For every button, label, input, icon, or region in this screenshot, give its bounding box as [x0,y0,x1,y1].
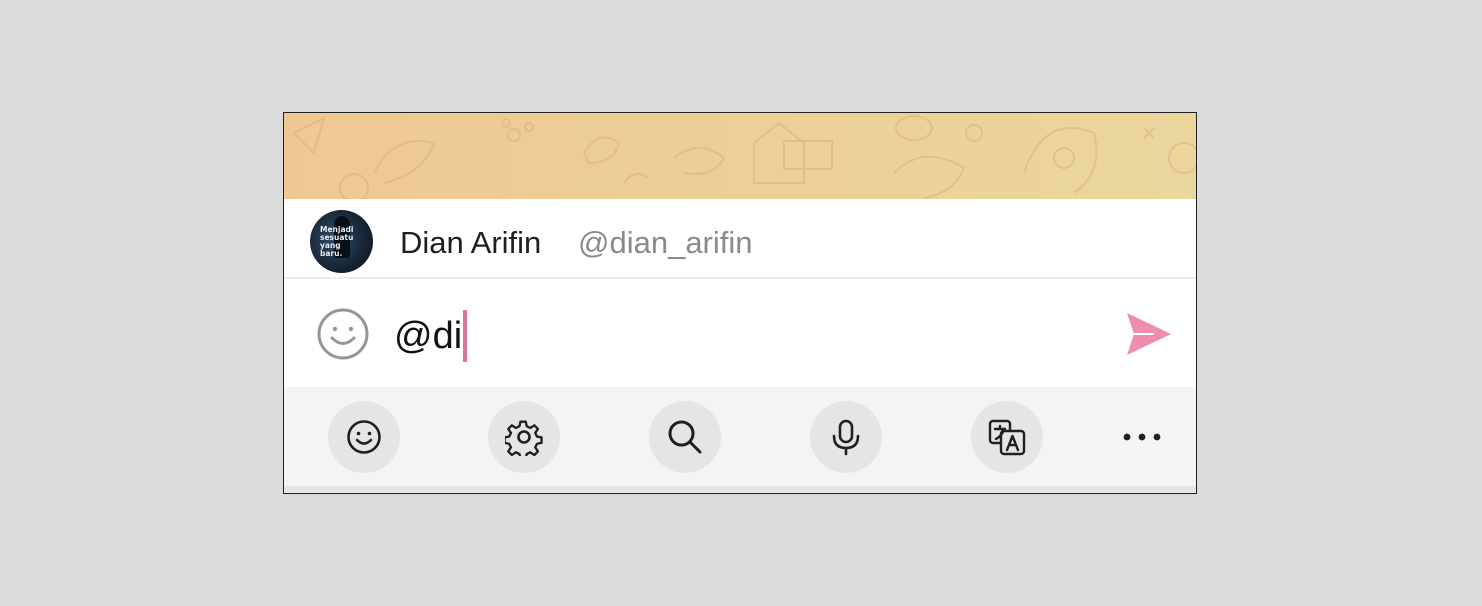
chat-wallpaper [284,113,1196,199]
message-input[interactable]: @di [394,309,468,363]
mention-username: @dian_arifin [578,225,753,260]
message-text: @di [394,314,463,357]
avatar-caption: Menjadi sesuatu yang baru. [320,225,354,258]
keyboard-compose-panel: Menjadi sesuatu yang baru. Dian Arifin @… [283,112,1197,494]
keyboard-toolbar [284,387,1196,493]
mention-display-name: Dian Arifin [400,225,542,260]
toolbar-divider [284,486,1196,493]
more-icon[interactable] [1106,401,1178,473]
mention-suggestion[interactable]: Menjadi sesuatu yang baru. Dian Arifin @… [284,199,1196,279]
microphone-icon[interactable] [810,401,882,473]
smiley-icon[interactable] [316,307,370,361]
translate-icon[interactable] [971,401,1043,473]
search-icon[interactable] [649,401,721,473]
toolbar-smiley-icon[interactable] [328,401,400,473]
message-composer: @di [284,279,1196,387]
avatar: Menjadi sesuatu yang baru. [310,210,373,273]
send-icon[interactable] [1124,309,1174,359]
text-caret [463,310,468,362]
gear-icon[interactable] [488,401,560,473]
